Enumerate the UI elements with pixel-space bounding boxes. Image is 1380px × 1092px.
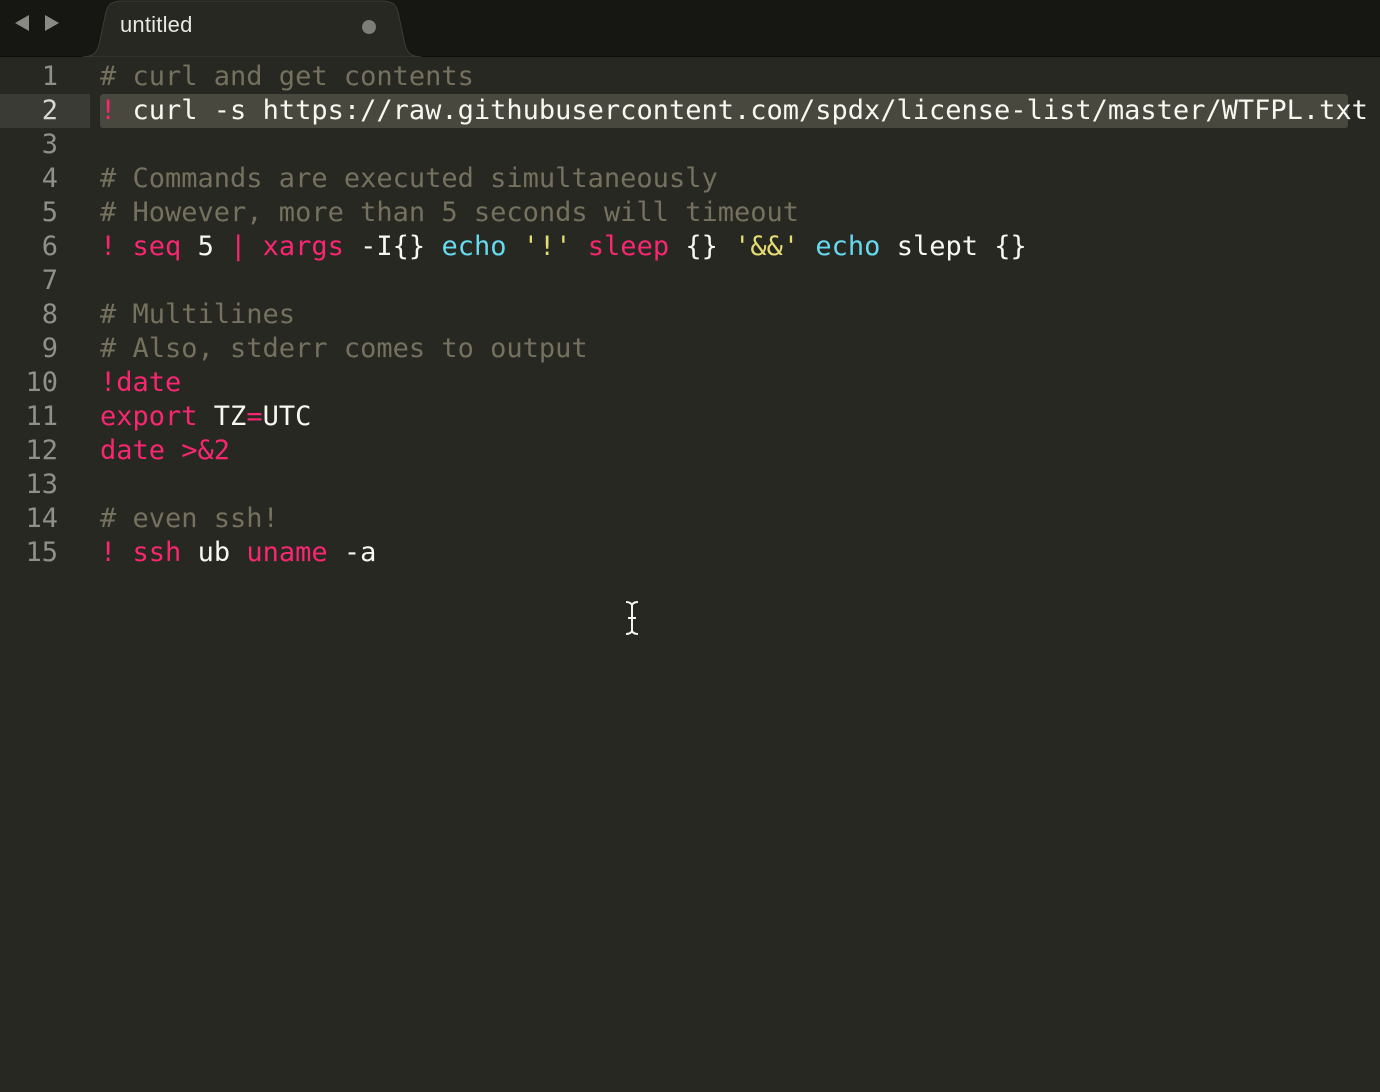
code-token: ub <box>181 537 247 568</box>
line-number: 1 <box>41 61 58 92</box>
line-number: 6 <box>41 231 58 262</box>
code-token: '!' <box>522 231 572 262</box>
code-editor[interactable]: 1 2 3 4 5 6 7 8 9 10 11 12 13 14 15 # curl and get con… <box>0 57 1380 1092</box>
line-number: 8 <box>41 299 58 330</box>
code-token: # However, more than 5 seconds will time… <box>100 197 799 228</box>
code-token: date >&2 <box>100 435 231 466</box>
code-line[interactable]: # Commands are executed simultaneously <box>100 162 718 196</box>
line-number-gutter: 1 2 3 4 5 6 7 8 9 10 11 12 13 14 15 <box>0 57 90 1092</box>
code-line[interactable]: # Multilines <box>100 298 295 332</box>
code-token: ! <box>100 231 117 262</box>
triangle-right-icon <box>45 15 59 31</box>
code-token: -a <box>327 537 377 568</box>
line-number: 2 <box>41 95 58 126</box>
code-line[interactable]: ! seq 5 | xargs -I{} echo '!' sleep {} '… <box>100 230 1027 264</box>
code-line[interactable]: date >&2 <box>100 434 230 468</box>
code-token: = <box>246 401 263 432</box>
code-line[interactable]: # even ssh! <box>100 502 279 536</box>
line-number: 14 <box>25 503 58 534</box>
code-token: # Also, stderr comes to output <box>100 333 588 364</box>
forward-button[interactable] <box>42 12 62 34</box>
code-area[interactable]: # curl and get contents! curl -s https:/… <box>100 57 1380 1092</box>
line-number: 7 <box>41 265 58 296</box>
code-token: # Commands are executed simultaneously <box>100 163 718 194</box>
tab-title: untitled <box>120 12 193 37</box>
code-token: ! <box>100 537 117 568</box>
line-number: 5 <box>41 197 58 228</box>
code-token: {} <box>669 231 735 262</box>
code-token: export <box>100 401 198 432</box>
triangle-left-icon <box>15 15 29 31</box>
back-button[interactable] <box>12 12 32 34</box>
code-token: | <box>230 231 247 262</box>
line-number: 3 <box>41 129 58 160</box>
code-token: echo <box>441 231 507 262</box>
code-line[interactable]: export TZ=UTC <box>100 400 311 434</box>
code-token: uname <box>246 537 328 568</box>
line-number: 15 <box>25 537 58 568</box>
code-token: '&&' <box>734 231 800 262</box>
tab-untitled[interactable]: untitled <box>82 0 432 57</box>
code-token: # curl and get contents <box>100 61 474 92</box>
code-token: xargs <box>262 231 344 262</box>
code-token: # even ssh! <box>100 503 279 534</box>
code-token: TZ <box>197 401 247 432</box>
line-number: 9 <box>41 333 58 364</box>
line-number: 13 <box>25 469 58 500</box>
code-token: seq <box>132 231 182 262</box>
code-token: # Multilines <box>100 299 296 330</box>
code-token: !date <box>100 367 182 398</box>
code-line[interactable]: ! curl -s https://raw.githubusercontent.… <box>100 94 1368 128</box>
line-number: 4 <box>41 163 58 194</box>
unsaved-dot-icon[interactable] <box>362 20 376 34</box>
code-token: 5 <box>181 231 231 262</box>
code-token: -I{} <box>343 231 442 262</box>
code-token: ! <box>100 95 117 126</box>
code-token: curl -s https://raw.githubusercontent.co… <box>116 95 1368 126</box>
code-token: ssh <box>132 537 182 568</box>
line-number: 11 <box>25 401 58 432</box>
line-number: 10 <box>25 367 58 398</box>
code-token: slept {} <box>880 231 1027 262</box>
tab-bar: untitled <box>0 0 1380 57</box>
code-line[interactable]: # However, more than 5 seconds will time… <box>100 196 799 230</box>
code-line[interactable]: # curl and get contents <box>100 60 474 94</box>
editor-window: untitled 1 2 3 4 5 6 7 8 9 10 11 12 13 14 15 # curl an… <box>0 0 1380 1092</box>
code-line[interactable]: # Also, stderr comes to output <box>100 332 588 366</box>
line-number: 12 <box>25 435 58 466</box>
code-token: UTC <box>262 401 312 432</box>
code-token: sleep <box>587 231 670 262</box>
code-line[interactable]: ! ssh ub uname -a <box>100 536 376 570</box>
code-token: echo <box>815 231 881 262</box>
code-line[interactable]: !date <box>100 366 181 400</box>
ibeam-cursor-icon <box>625 601 639 635</box>
